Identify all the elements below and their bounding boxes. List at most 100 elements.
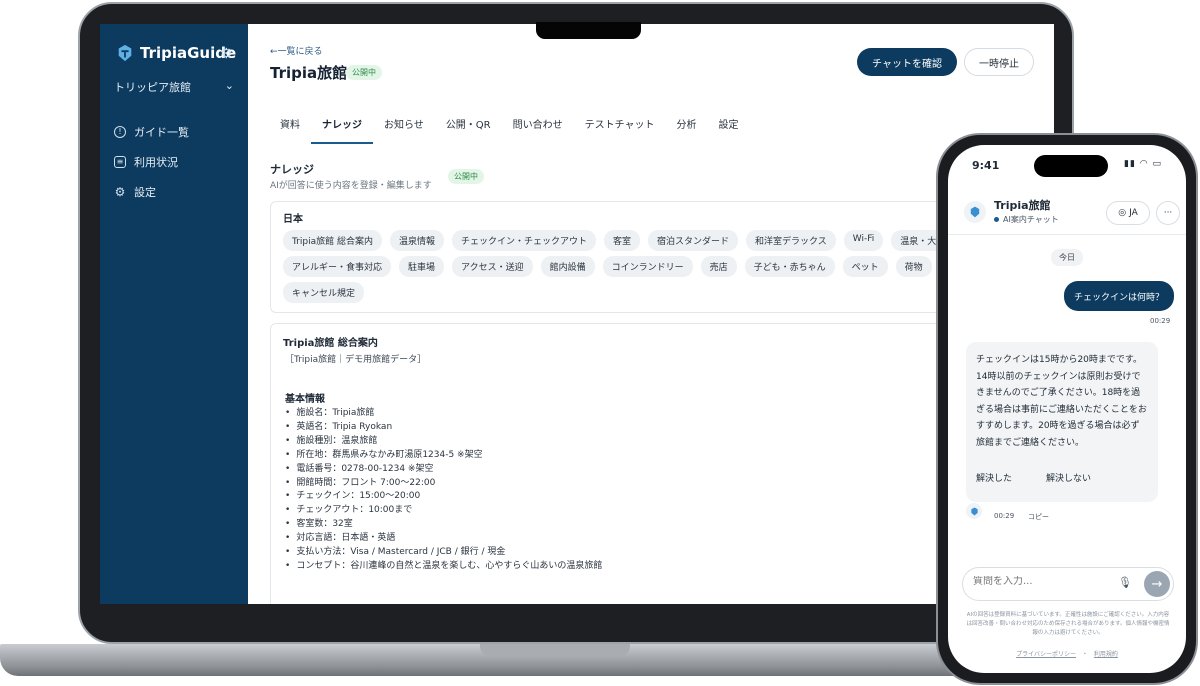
chat-input[interactable] bbox=[973, 576, 1113, 587]
footer-links: プライバシーポリシー ・ 利用規約 bbox=[948, 649, 1186, 658]
phone-screen: 9:41 ▮▮ ◠ ▭ Tripia旅館 AI案内チャット ◎ JA ··· 今… bbox=[948, 145, 1186, 673]
terms-link[interactable]: 利用規約 bbox=[1094, 651, 1118, 658]
signal-wifi-battery-icon: ▮▮ ◠ ▭ bbox=[1124, 159, 1162, 169]
copy-button[interactable]: コピー bbox=[1028, 512, 1049, 522]
knowledge-tag[interactable]: 館内設備 bbox=[540, 256, 595, 277]
laptop-screen: TripiaGuide ⚙ トリッピア旅館 ⌄ ! ガイド一覧 ≡ 利用状況 ⚙… bbox=[100, 24, 1054, 604]
section-subtitle: AIが回答に使う内容を登録・編集します bbox=[270, 181, 432, 191]
document-subtitle: ［Tripia旅館｜デモ用旅館データ］ bbox=[285, 355, 427, 365]
chart-icon: ≡ bbox=[114, 156, 126, 168]
tab-notices[interactable]: お知らせ bbox=[373, 116, 435, 144]
knowledge-tag[interactable]: 子ども・赤ちゃん bbox=[744, 256, 835, 277]
knowledge-tag[interactable]: 温泉情報 bbox=[389, 230, 444, 251]
knowledge-tag[interactable]: 売店 bbox=[700, 256, 737, 277]
privacy-link[interactable]: プライバシーポリシー bbox=[1016, 651, 1076, 658]
main-content: ←一覧に戻る Tripia旅館 公開中 チャットを確認 一時停止 資料 ナレッジ… bbox=[248, 24, 1054, 604]
status-badge: 公開中 bbox=[346, 65, 382, 80]
chat-input-bar: 🎙 → bbox=[962, 567, 1174, 601]
back-link[interactable]: ←一覧に戻る bbox=[270, 44, 323, 57]
tab-inquiries[interactable]: 問い合わせ bbox=[502, 116, 574, 144]
knowledge-tag[interactable]: ペット bbox=[842, 256, 888, 277]
laptop-notch bbox=[536, 22, 641, 39]
gear-icon: ⚙ bbox=[114, 185, 126, 199]
knowledge-tag[interactable]: チェックイン・チェックアウト bbox=[451, 230, 596, 251]
section-title: ナレッジ bbox=[270, 163, 314, 176]
tab-publish-qr[interactable]: 公開・QR bbox=[435, 116, 502, 144]
sidebar: TripiaGuide ⚙ トリッピア旅館 ⌄ ! ガイド一覧 ≡ 利用状況 ⚙… bbox=[100, 24, 248, 604]
day-divider: 今日 bbox=[1051, 249, 1083, 266]
more-button[interactable]: ··· bbox=[1156, 201, 1180, 225]
message-time: 00:29 bbox=[994, 512, 1015, 520]
chat-header: Tripia旅館 AI案内チャット ◎ JA ··· bbox=[948, 189, 1186, 235]
view-chat-button[interactable]: チャットを確認 bbox=[857, 48, 957, 76]
sidebar-item-settings[interactable]: ⚙ 設定 bbox=[114, 184, 156, 200]
knowledge-tag[interactable]: 和洋室デラックス bbox=[746, 230, 836, 251]
bot-avatar bbox=[966, 503, 982, 519]
knowledge-tag[interactable]: キャンセル規定 bbox=[283, 282, 365, 303]
online-dot bbox=[994, 217, 999, 222]
arrow-right-icon: → bbox=[1151, 576, 1163, 592]
gear-icon[interactable]: ⚙ bbox=[220, 46, 233, 62]
knowledge-tag[interactable]: アレルギー・食事対応 bbox=[283, 256, 392, 277]
list-item: 英語名：Tripia Ryokan bbox=[285, 421, 602, 435]
page-title: Tripia旅館 bbox=[270, 64, 348, 82]
chat-status-label: AI案内チャット bbox=[1003, 215, 1059, 224]
knowledge-tag[interactable]: 客室 bbox=[604, 230, 641, 251]
logo-icon bbox=[970, 506, 978, 516]
knowledge-tag[interactable]: 駐車場 bbox=[399, 256, 445, 277]
user-message: チェックインは何時？ bbox=[1064, 281, 1174, 311]
list-item: 施設種別：温泉旅館 bbox=[285, 435, 602, 449]
sidebar-item-guides[interactable]: ! ガイド一覧 bbox=[114, 124, 189, 140]
resolved-button[interactable]: 解決した bbox=[966, 467, 1022, 488]
chat-name: Tripia旅館 bbox=[994, 199, 1051, 212]
feedback-actions: 解決した 解決しない bbox=[966, 467, 1101, 488]
org-selector[interactable]: トリッピア旅館 ⌄ bbox=[114, 79, 234, 95]
document-list: 施設名：Tripia旅館英語名：Tripia Ryokan施設種別：温泉旅館所在… bbox=[285, 407, 602, 574]
tag-row: アレルギー・食事対応 駐車場 アクセス・送迎 館内設備 コインランドリー 売店 子ども・赤ち… bbox=[283, 256, 932, 277]
pause-button[interactable]: 一時停止 bbox=[964, 48, 1034, 76]
mic-icon[interactable]: 🎙 bbox=[1118, 576, 1132, 589]
list-item: コンセプト：谷川連峰の自然と温泉を楽しむ、心やすらぐ山あいの温泉旅館 bbox=[285, 560, 602, 574]
send-button[interactable]: → bbox=[1144, 571, 1170, 597]
sidebar-item-label: 設定 bbox=[134, 186, 156, 199]
document-panel: Tripia旅館 総合案内 ［Tripia旅館｜デモ用旅館データ］ 基本情報 施… bbox=[270, 323, 1050, 604]
tab-test-chat[interactable]: テストチャット bbox=[574, 116, 666, 144]
list-item: 電話番号：0278-00-1234 ※架空 bbox=[285, 463, 602, 477]
list-item: 所在地：群馬県みなかみ町湯原1234-5 ※架空 bbox=[285, 449, 602, 463]
sidebar-item-usage[interactable]: ≡ 利用状況 bbox=[114, 154, 178, 170]
list-item: チェックイン：15:00〜20:00 bbox=[285, 490, 602, 504]
knowledge-tag[interactable]: Wi-Fi bbox=[843, 230, 884, 251]
sidebar-item-label: ガイド一覧 bbox=[134, 126, 189, 139]
tab-documents[interactable]: 資料 bbox=[270, 116, 311, 144]
tab-settings[interactable]: 設定 bbox=[708, 116, 750, 144]
knowledge-tag[interactable]: 宿泊スタンダード bbox=[648, 230, 739, 251]
knowledge-tag[interactable]: コインランドリー bbox=[602, 256, 693, 277]
language-label: 日本 bbox=[283, 214, 303, 225]
list-item: 支払い方法：Visa / Mastercard / JCB / 銀行 / 現金 bbox=[285, 546, 602, 560]
laptop-lip bbox=[480, 644, 630, 656]
brand[interactable]: TripiaGuide bbox=[116, 44, 236, 62]
status-badge: 公開中 bbox=[448, 169, 484, 184]
language-button[interactable]: ◎ JA bbox=[1106, 201, 1150, 225]
list-item: 客室数：32室 bbox=[285, 518, 602, 532]
globe-icon: ◎ bbox=[1118, 208, 1127, 218]
tab-analytics[interactable]: 分析 bbox=[666, 116, 708, 144]
not-resolved-button[interactable]: 解決しない bbox=[1036, 467, 1101, 488]
list-item: 対応言語：日本語・英語 bbox=[285, 532, 602, 546]
chevron-down-icon: ⌄ bbox=[224, 79, 234, 92]
tab-bar: 資料 ナレッジ お知らせ 公開・QR 問い合わせ テストチャット 分析 設定 bbox=[270, 116, 750, 144]
knowledge-tag[interactable]: 荷物 bbox=[895, 256, 932, 277]
list-item: 開館時間：フロント 7:00〜22:00 bbox=[285, 477, 602, 491]
link-separator: ・ bbox=[1081, 651, 1088, 658]
sidebar-item-label: 利用状況 bbox=[134, 156, 178, 169]
tab-knowledge[interactable]: ナレッジ bbox=[311, 116, 373, 144]
logo-icon bbox=[118, 44, 132, 62]
language-label: JA bbox=[1129, 208, 1138, 218]
list-item: 施設名：Tripia旅館 bbox=[285, 407, 602, 421]
dynamic-island bbox=[1034, 155, 1108, 177]
status-time: 9:41 bbox=[972, 159, 1000, 172]
message-time: 00:29 bbox=[1150, 317, 1171, 325]
logo-icon bbox=[970, 206, 980, 218]
knowledge-tag[interactable]: アクセス・送迎 bbox=[452, 256, 533, 277]
knowledge-tag[interactable]: Tripia旅館 総合案内 bbox=[283, 230, 382, 251]
